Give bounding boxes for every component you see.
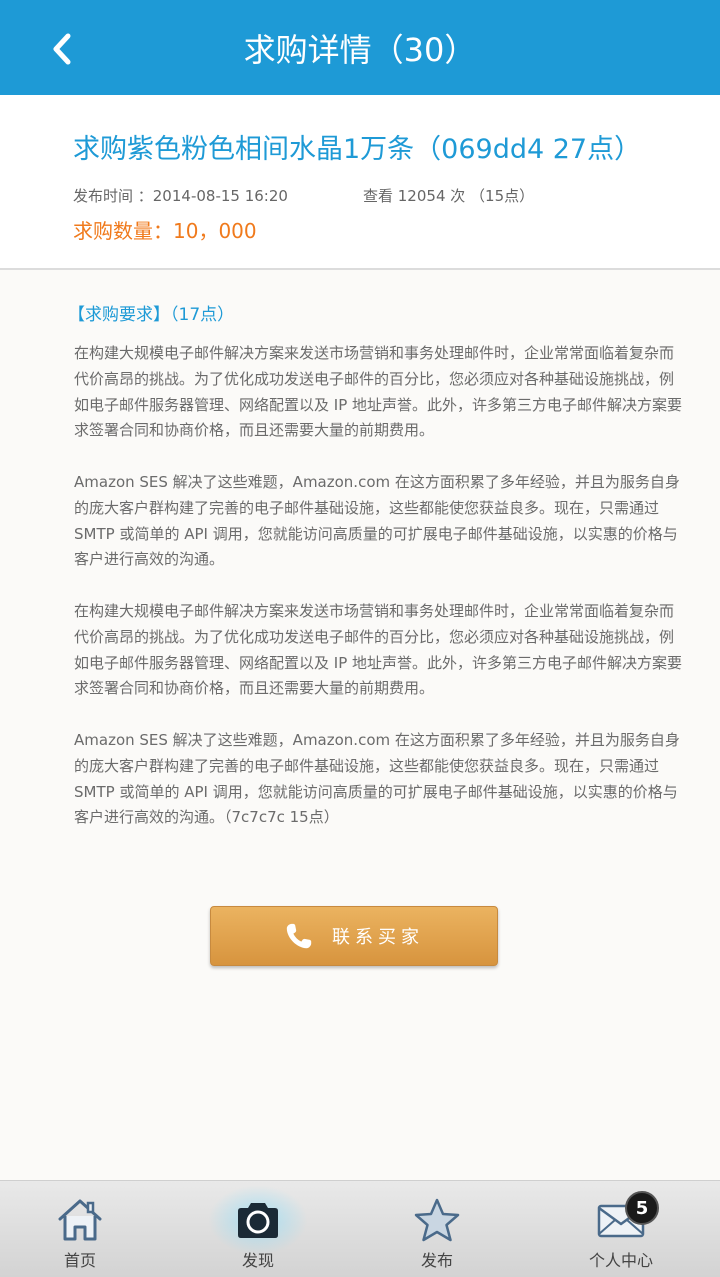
bottom-tab-bar: 首页 发现 发布 个人中心 xyxy=(0,1180,720,1277)
requirements-paragraph: Amazon SES 解决了这些难题，Amazon.com 在这方面积累了多年经… xyxy=(74,472,680,569)
page-title: 求购详情（30） xyxy=(243,31,477,69)
requirements-paragraph: 在构建大规模电子邮件解决方案来发送市场营销和事务处理邮件时，企业常常面临着复杂而… xyxy=(74,601,683,698)
tab-discover-label: 发现 xyxy=(241,1251,274,1270)
tab-profile-label: 个人中心 xyxy=(588,1251,653,1270)
requirements-paragraph: Amazon SES 解决了这些难题，Amazon.com 在这方面积累了多年经… xyxy=(74,730,680,827)
camera-icon xyxy=(238,1203,278,1238)
tab-publish[interactable]: 发布 xyxy=(362,1181,512,1277)
requirements-body: 在构建大规模电子邮件解决方案来发送市场营销和事务处理邮件时，企业常常面临着复杂而… xyxy=(74,341,686,857)
notification-badge: 5 xyxy=(625,1191,659,1225)
tab-profile[interactable]: 个人中心 xyxy=(546,1181,696,1277)
page: 求购详情（30） 求购紫色粉色相间水晶1万条（069dd4 27点） 发布时间 … xyxy=(0,0,720,1277)
purchase-summary: 求购紫色粉色相间水晶1万条（069dd4 27点） 发布时间 ：2014-08-… xyxy=(0,95,720,270)
phone-icon xyxy=(286,923,312,949)
view-count: 查看 12054 次 （15点） xyxy=(363,187,535,205)
contact-buyer-label: 联系买家 xyxy=(332,927,424,948)
publish-time: 发布时间 ：2014-08-15 16:20 xyxy=(73,187,288,205)
tab-publish-label: 发布 xyxy=(420,1251,453,1270)
tab-home[interactable]: 首页 xyxy=(5,1181,155,1277)
purchase-quantity: 求购数量：10，000 xyxy=(73,219,257,243)
purchase-title: 求购紫色粉色相间水晶1万条（069dd4 27点） xyxy=(73,134,642,165)
requirements-paragraph: 在构建大规模电子邮件解决方案来发送市场营销和事务处理邮件时，企业常常面临着复杂而… xyxy=(74,344,683,440)
top-bar: 求购详情（30） xyxy=(0,0,720,95)
home-icon xyxy=(58,1199,102,1241)
tab-home-label: 首页 xyxy=(63,1251,96,1270)
tab-discover[interactable]: 发现 xyxy=(183,1181,333,1277)
requirements-heading: 【求购要求】（17点） xyxy=(68,305,235,325)
contact-buyer-button[interactable]: 联系买家 xyxy=(210,906,498,966)
star-icon xyxy=(414,1198,460,1242)
